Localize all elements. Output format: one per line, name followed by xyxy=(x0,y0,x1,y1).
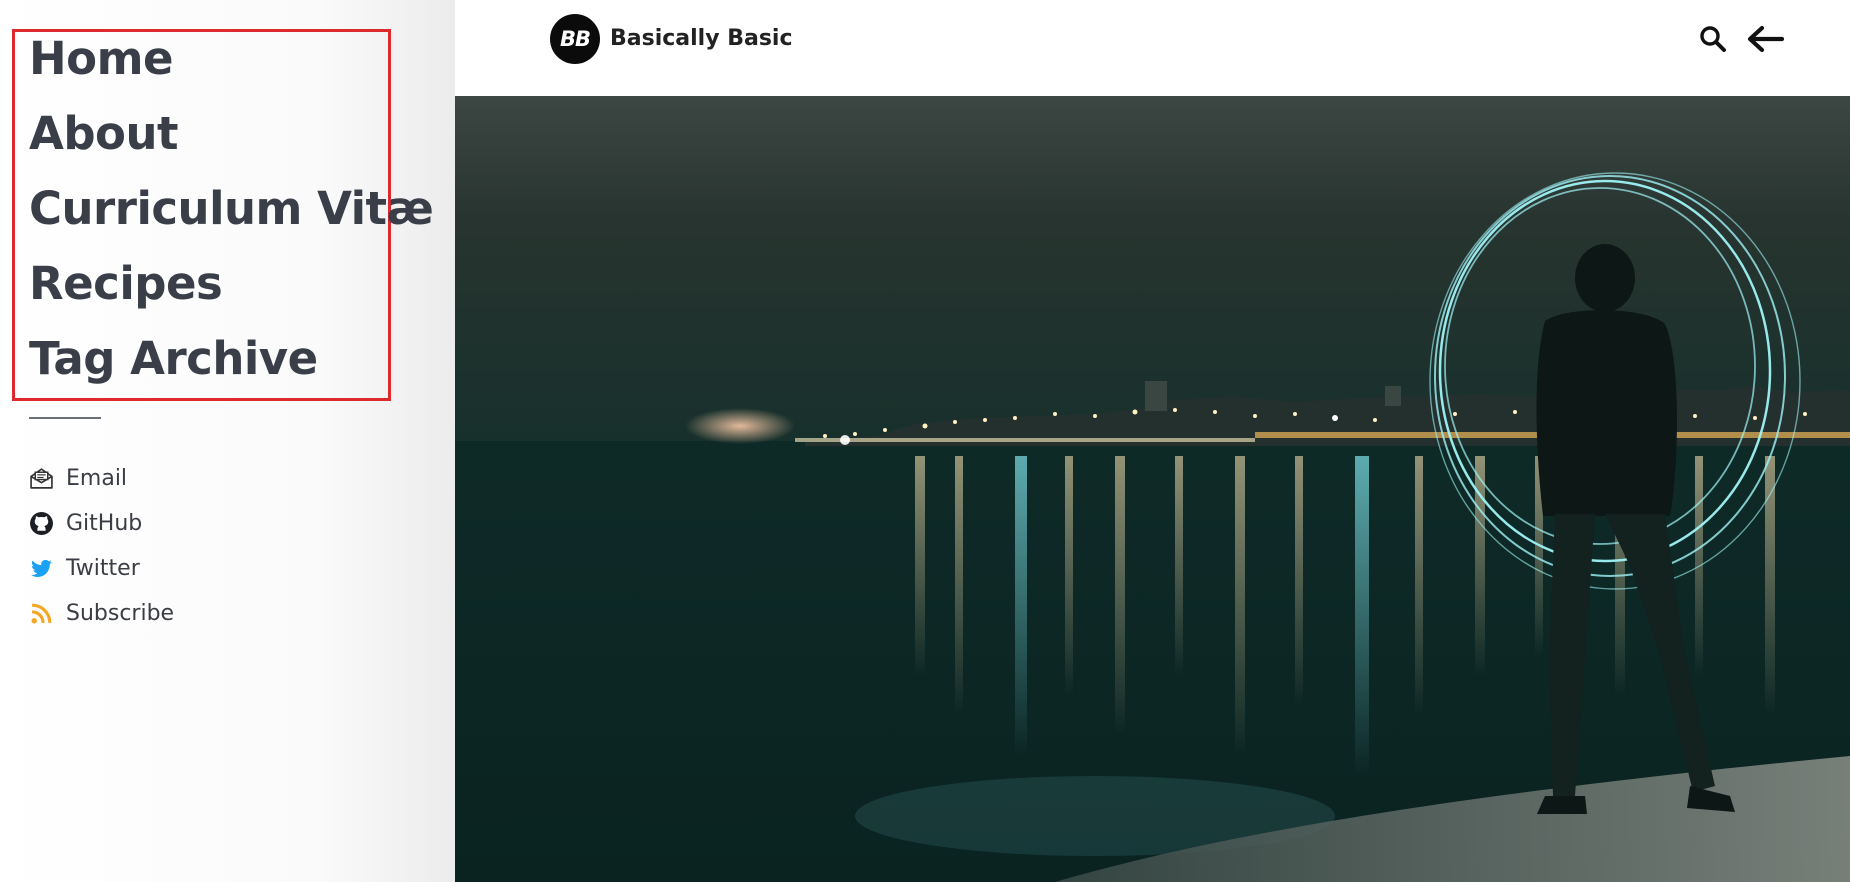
social-link-email[interactable]: Email xyxy=(29,456,174,501)
sidebar-nav: Home About Curriculum Vitæ Recipes Tag A… xyxy=(29,29,434,404)
site-header: BB Basically Basic xyxy=(455,0,1850,96)
social-link-github[interactable]: GitHub xyxy=(29,501,174,546)
envelope-icon xyxy=(30,468,53,489)
social-link-twitter[interactable]: Twitter xyxy=(29,546,174,591)
social-links: Email GitHub Twitter Subscribe xyxy=(29,456,174,636)
social-link-label: Email xyxy=(66,466,128,491)
social-link-label: GitHub xyxy=(66,511,143,536)
github-icon xyxy=(30,512,53,535)
hero-image xyxy=(455,96,1850,882)
twitter-icon xyxy=(31,559,52,577)
nav-item-about[interactable]: About xyxy=(29,104,433,179)
nav-item-curriculum-vitae[interactable]: Curriculum Vitæ xyxy=(29,179,434,254)
sidebar: Home About Curriculum Vitæ Recipes Tag A… xyxy=(0,0,455,882)
site-title[interactable]: Basically Basic xyxy=(610,22,793,56)
social-link-label: Subscribe xyxy=(66,601,175,626)
sidebar-divider xyxy=(29,417,101,419)
hero-photo xyxy=(455,96,1850,882)
social-link-label: Twitter xyxy=(66,556,140,581)
nav-item-home[interactable]: Home xyxy=(29,29,433,104)
rss-icon xyxy=(31,603,52,624)
nav-item-recipes[interactable]: Recipes xyxy=(29,254,433,329)
nav-item-tag-archive[interactable]: Tag Archive xyxy=(29,329,433,404)
social-link-subscribe[interactable]: Subscribe xyxy=(29,591,174,636)
arrow-left-icon[interactable] xyxy=(1745,22,1785,56)
search-icon[interactable] xyxy=(1698,24,1728,54)
site-logo[interactable]: BB xyxy=(550,14,600,64)
page: Home About Curriculum Vitæ Recipes Tag A… xyxy=(0,0,1850,882)
